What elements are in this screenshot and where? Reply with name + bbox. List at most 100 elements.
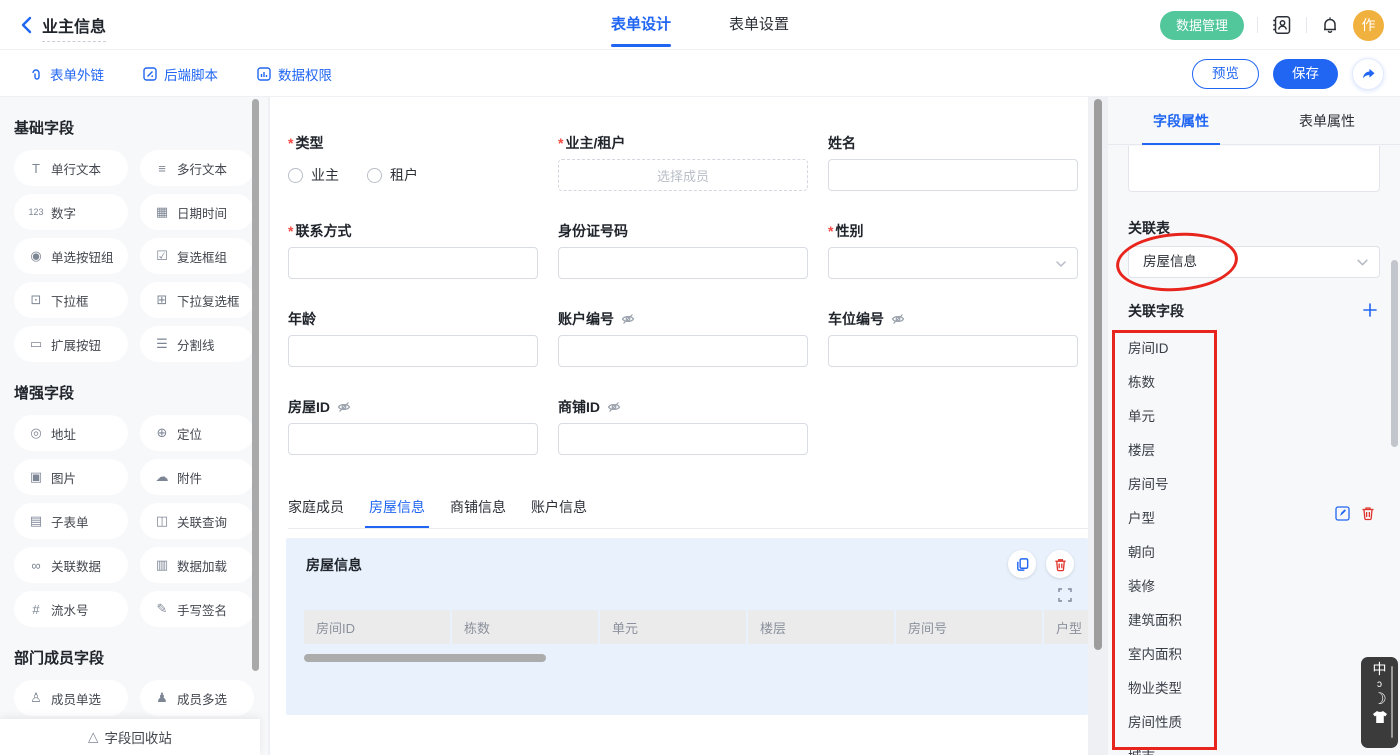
sidebar-scrollbar[interactable] [252, 99, 259, 671]
section-title-basic: 基础字段 [14, 117, 268, 138]
tab-house-info[interactable]: 房屋信息 [369, 497, 425, 528]
age-input[interactable] [288, 335, 538, 367]
field-item-signature[interactable]: ✎手写签名 [140, 591, 254, 627]
field-item-divider-line[interactable]: ☰分割线 [140, 326, 254, 362]
tab-account-info[interactable]: 账户信息 [531, 497, 587, 528]
member-picker[interactable]: 选择成员 [558, 159, 808, 191]
input-method-widget[interactable]: 中 ɔ ☽ [1361, 657, 1398, 748]
related-table-select[interactable]: 房屋信息 [1128, 246, 1380, 278]
related-field-item[interactable]: 朝向 [1128, 536, 1400, 570]
related-field-item[interactable]: 建筑面积 [1128, 604, 1400, 638]
field-item-datetime[interactable]: ▦日期时间 [140, 194, 254, 230]
shop-id-input[interactable] [558, 423, 808, 455]
properties-tabs: 字段属性 表单属性 [1108, 97, 1400, 145]
notification-bell-icon[interactable] [1320, 15, 1340, 35]
gender-select[interactable] [828, 247, 1078, 279]
field-name[interactable]: 姓名 [828, 133, 1078, 189]
related-field-item[interactable]: 楼层 [1128, 434, 1400, 468]
field-age[interactable]: 年龄 [288, 309, 538, 365]
subtable-horizontal-scrollbar[interactable] [304, 654, 546, 662]
field-item-number[interactable]: 123数字 [14, 194, 128, 230]
radio-tenant[interactable]: 租户 [367, 165, 418, 185]
window-scrollbar[interactable] [1391, 260, 1398, 447]
cloud-upload-icon: ☁ [154, 469, 170, 485]
property-input-partial[interactable] [1128, 146, 1380, 192]
field-shop-id[interactable]: 商铺ID [558, 397, 808, 453]
related-field-item[interactable]: 物业类型 [1128, 672, 1400, 706]
form-external-link[interactable]: 表单外链 [28, 64, 104, 84]
field-item-subform[interactable]: ▤子表单 [14, 503, 128, 539]
field-item-multi-dropdown[interactable]: ⊞下拉复选框 [140, 282, 254, 318]
add-related-field-button[interactable] [1362, 302, 1378, 318]
field-item-address[interactable]: ◎地址 [14, 415, 128, 451]
field-owner-tenant[interactable]: 业主/租户 选择成员 [558, 133, 808, 189]
data-permission-link[interactable]: 数据权限 [256, 64, 332, 84]
related-field-item[interactable]: 单元 [1128, 400, 1400, 434]
related-field-item[interactable]: 房间ID [1128, 332, 1400, 366]
field-item-location[interactable]: ⊕定位 [140, 415, 254, 451]
related-field-item[interactable]: 城市 [1128, 740, 1400, 755]
related-field-item[interactable]: 栋数 [1128, 366, 1400, 400]
contact-book-icon[interactable] [1271, 14, 1293, 36]
data-manage-button[interactable]: 数据管理 [1160, 11, 1244, 40]
tab-form-settings[interactable]: 表单设置 [729, 0, 789, 50]
parking-no-input[interactable] [828, 335, 1078, 367]
tab-shop-info[interactable]: 商铺信息 [450, 497, 506, 528]
expand-icon[interactable] [1058, 588, 1072, 602]
ime-language-indicator[interactable]: 中 [1373, 661, 1387, 678]
field-type[interactable]: 类型 业主 租户 [288, 133, 538, 189]
save-button[interactable]: 保存 [1273, 59, 1338, 89]
field-item-image[interactable]: ▣图片 [14, 459, 128, 495]
edit-field-button[interactable] [1334, 505, 1351, 522]
field-item-member-multi[interactable]: ♟成员多选 [140, 680, 254, 716]
ime-skin-icon[interactable] [1372, 710, 1388, 724]
field-item-attachment[interactable]: ☁附件 [140, 459, 254, 495]
field-id-card[interactable]: 身份证号码 [558, 221, 808, 277]
field-item-checkbox-group[interactable]: ☑复选框组 [140, 238, 254, 274]
preview-button[interactable]: 预览 [1192, 59, 1259, 89]
ime-moon-icon[interactable]: ☽ [1372, 691, 1386, 709]
copy-button[interactable] [1008, 550, 1036, 578]
field-item-radio-group[interactable]: ◉单选按钮组 [14, 238, 128, 274]
field-item-single-line-text[interactable]: T单行文本 [14, 150, 128, 186]
contact-input[interactable] [288, 247, 538, 279]
field-item-member-single[interactable]: ♙成员单选 [14, 680, 128, 716]
related-field-item[interactable]: 房间号 [1128, 468, 1400, 502]
tab-form-design[interactable]: 表单设计 [611, 0, 671, 50]
field-item-related-data[interactable]: ∞关联数据 [14, 547, 128, 583]
field-parking-no[interactable]: 车位编号 [828, 309, 1078, 365]
field-item-extend-button[interactable]: ▭扩展按钮 [14, 326, 128, 362]
field-item-dropdown[interactable]: ⊡下拉框 [14, 282, 128, 318]
calendar-icon: ▦ [154, 204, 170, 220]
field-item-multi-line-text[interactable]: ≡多行文本 [140, 150, 254, 186]
field-account-no[interactable]: 账户编号 [558, 309, 808, 365]
avatar[interactable]: 作 [1353, 10, 1384, 41]
related-field-item[interactable]: 室内面积 [1128, 638, 1400, 672]
field-item-data-load[interactable]: ▥数据加载 [140, 547, 254, 583]
name-input[interactable] [828, 159, 1078, 191]
tab-form-properties[interactable]: 表单属性 [1254, 97, 1400, 144]
field-contact[interactable]: 联系方式 [288, 221, 538, 277]
field-recycle-bin[interactable]: △ 字段回收站 [0, 719, 260, 755]
canvas-scrollbar[interactable] [1094, 99, 1102, 650]
id-card-input[interactable] [558, 247, 808, 279]
account-no-input[interactable] [558, 335, 808, 367]
field-item-related-query[interactable]: ◫关联查询 [140, 503, 254, 539]
number-icon: 123 [28, 207, 44, 217]
house-info-subtable[interactable]: 房屋信息 房间ID 栋数 单元 楼层 房间号 户型 [286, 538, 1088, 715]
backend-script-link[interactable]: 后端脚本 [142, 64, 218, 84]
tab-family-members[interactable]: 家庭成员 [288, 497, 344, 528]
tab-field-properties[interactable]: 字段属性 [1108, 97, 1254, 144]
delete-field-button[interactable] [1360, 505, 1376, 522]
delete-button[interactable] [1046, 550, 1074, 578]
radio-owner[interactable]: 业主 [288, 165, 339, 185]
house-id-input[interactable] [288, 423, 538, 455]
field-house-id[interactable]: 房屋ID [288, 397, 538, 453]
field-item-serial-number[interactable]: #流水号 [14, 591, 128, 627]
related-field-item[interactable]: 房间性质 [1128, 706, 1400, 740]
related-field-item[interactable]: 装修 [1128, 570, 1400, 604]
paperclip-icon [28, 66, 44, 82]
share-button[interactable] [1352, 58, 1384, 90]
ime-width-toggle-icon[interactable]: ɔ [1377, 679, 1382, 690]
field-gender[interactable]: 性别 [828, 221, 1078, 277]
